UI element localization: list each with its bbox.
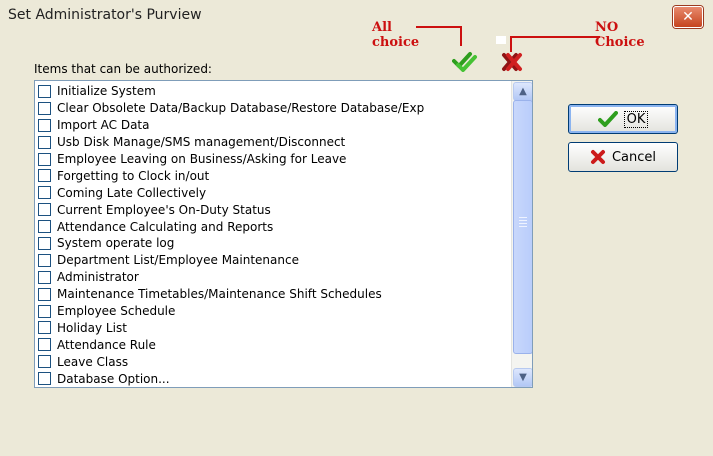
checklist-item-label: Attendance Rule: [57, 337, 156, 352]
checklist-item-label: Forgetting to Clock in/out: [57, 168, 210, 183]
cancel-button-label: Cancel: [611, 149, 657, 165]
all-choice-line2: choice: [372, 35, 420, 50]
checkbox[interactable]: [38, 355, 51, 369]
checklist-item-label: Attendance Calculating and Reports: [57, 219, 274, 234]
checklist-item[interactable]: Administrator: [35, 269, 508, 286]
thumb-grip-line: [519, 226, 527, 227]
checkbox[interactable]: [38, 270, 51, 284]
items-label: Items that can be authorized:: [34, 62, 212, 76]
clear-all-icon[interactable]: [500, 52, 524, 72]
checklist-item-label: Maintenance Timetables/Maintenance Shift…: [57, 287, 382, 302]
chevron-down-icon: ▼: [519, 372, 527, 383]
checklist-item-label: Holiday List: [57, 320, 127, 335]
checklist-item[interactable]: ...: [35, 387, 508, 388]
checklist-item[interactable]: Attendance Rule: [35, 336, 508, 353]
checkbox[interactable]: [38, 84, 51, 98]
checklist-item[interactable]: Maintenance Timetables/Maintenance Shift…: [35, 286, 508, 303]
checklist-item-label: Coming Late Collectively: [57, 185, 207, 200]
checklist-item[interactable]: Database Option...: [35, 370, 508, 387]
checkbox[interactable]: [38, 220, 51, 234]
checkbox[interactable]: [38, 101, 51, 115]
checklist-item-label: Clear Obsolete Data/Backup Database/Rest…: [57, 101, 425, 116]
checkbox[interactable]: [38, 338, 51, 352]
checkbox[interactable]: [38, 169, 51, 183]
all-choice-line1: All: [372, 20, 392, 35]
checklist-item[interactable]: Import AC Data: [35, 117, 508, 134]
checklist-item[interactable]: Current Employee's On-Duty Status: [35, 201, 508, 218]
x-icon: [590, 150, 605, 164]
checklist-item[interactable]: Employee Leaving on Business/Asking for …: [35, 151, 508, 168]
checklist-item[interactable]: Attendance Calculating and Reports: [35, 218, 508, 235]
checkbox[interactable]: [38, 253, 51, 267]
no-annotation-line-v: [510, 36, 512, 52]
all-annotation-line-h: [416, 26, 460, 28]
close-icon: ✕: [682, 9, 694, 25]
no-choice-line2: Choice: [595, 35, 645, 50]
checklist-item-label: Leave Class: [57, 354, 129, 369]
checkbox[interactable]: [38, 203, 51, 217]
scroll-up-button[interactable]: ▲: [513, 82, 532, 101]
checklist-item-label: Import AC Data: [57, 118, 150, 133]
checklist-item-label: Employee Schedule: [57, 304, 176, 319]
checklist-item[interactable]: Clear Obsolete Data/Backup Database/Rest…: [35, 100, 508, 117]
checkbox[interactable]: [38, 152, 51, 166]
checklist-item-label: Usb Disk Manage/SMS management/Disconnec…: [57, 135, 346, 150]
no-choice-annotation: NO Choice: [595, 20, 645, 50]
checklist-item[interactable]: Employee Schedule: [35, 303, 508, 320]
authorization-checklist[interactable]: Initialize System Clear Obsolete Data/Bac…: [34, 80, 533, 388]
checkbox[interactable]: [38, 118, 51, 132]
vertical-scrollbar[interactable]: ▲ ▼: [511, 81, 532, 387]
checkbox[interactable]: [38, 304, 51, 318]
window-title: Set Administrator's Purview: [8, 7, 202, 23]
cancel-button[interactable]: Cancel: [568, 142, 678, 172]
close-button[interactable]: ✕: [673, 6, 703, 28]
all-choice-annotation: All choice: [372, 20, 419, 50]
checklist-item[interactable]: System operate log: [35, 235, 508, 252]
scroll-down-button[interactable]: ▼: [513, 368, 532, 387]
checklist-item[interactable]: Initialize System: [35, 83, 508, 100]
checklist-item[interactable]: Usb Disk Manage/SMS management/Disconnec…: [35, 134, 508, 151]
checklist-item-label: Current Employee's On-Duty Status: [57, 202, 271, 217]
thumb-grip-line: [519, 217, 527, 218]
thumb-grip-line: [519, 223, 527, 224]
checklist-rows: Initialize System Clear Obsolete Data/Bac…: [35, 83, 508, 388]
checklist-item[interactable]: Leave Class: [35, 353, 508, 370]
checklist-item-label: System operate log: [57, 236, 175, 251]
chevron-up-icon: ▲: [519, 86, 527, 97]
checklist-item-label: Administrator: [57, 270, 139, 285]
no-annotation-line-h: [510, 36, 600, 38]
checklist-item[interactable]: Forgetting to Clock in/out: [35, 167, 508, 184]
checkbox[interactable]: [38, 287, 51, 301]
annotation-white-block: [496, 36, 506, 44]
checklist-item-label: Employee Leaving on Business/Asking for …: [57, 152, 347, 166]
checklist-item-label: Department List/Employee Maintenance: [57, 253, 299, 268]
all-annotation-line-v: [460, 26, 462, 46]
checklist-item[interactable]: Holiday List: [35, 319, 508, 336]
checklist-item[interactable]: Department List/Employee Maintenance: [35, 252, 508, 269]
checklist-item-label: Database Option...: [57, 371, 170, 386]
checkbox[interactable]: [38, 321, 51, 335]
checklist-item[interactable]: Coming Late Collectively: [35, 184, 508, 201]
scroll-thumb[interactable]: [513, 100, 532, 354]
checkbox[interactable]: [38, 186, 51, 200]
select-all-icon[interactable]: [452, 50, 478, 72]
checklist-item-label: Initialize System: [57, 84, 156, 99]
thumb-grip-line: [519, 220, 527, 221]
checkbox[interactable]: [38, 135, 51, 149]
check-icon: [597, 111, 618, 127]
ok-button-label: OK: [623, 110, 649, 128]
ok-button[interactable]: OK: [568, 104, 678, 134]
checkbox[interactable]: [38, 372, 51, 386]
checkbox[interactable]: [38, 236, 51, 250]
no-choice-line1: NO: [595, 20, 619, 35]
